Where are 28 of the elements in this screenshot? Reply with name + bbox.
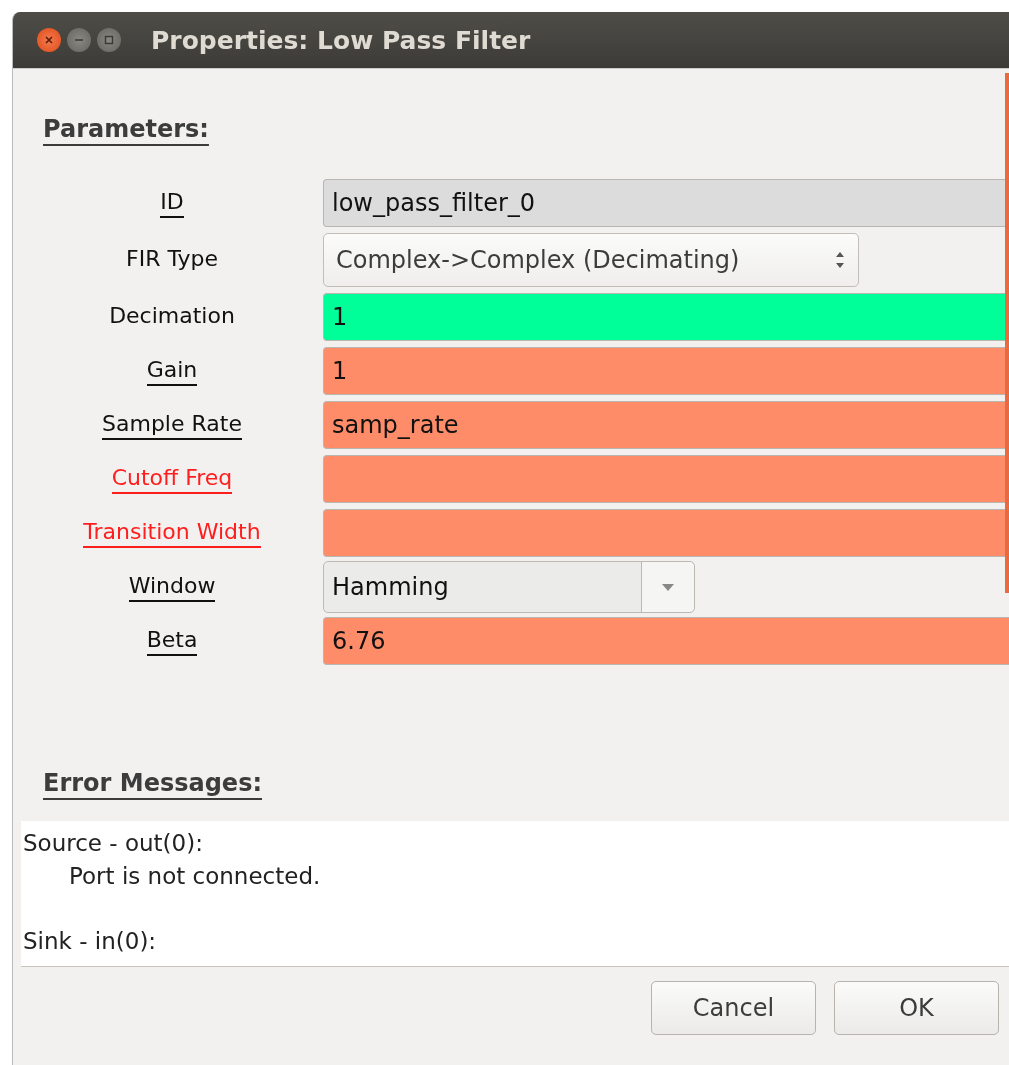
type-selector[interactable]: Complex->Complex (Decimating) <box>323 233 859 287</box>
parameter-label: Gain <box>146 356 198 386</box>
ok-button[interactable]: OK <box>834 981 999 1035</box>
parameter-label: Decimation <box>109 302 235 330</box>
error-source: Sink - in(0): <box>22 927 158 956</box>
maximize-button[interactable] <box>97 28 121 52</box>
minimize-button[interactable] <box>67 28 91 52</box>
error-source: Source - out(0): <box>22 829 204 858</box>
parameter-label: Transition Width <box>83 518 261 548</box>
error-message: Port is not connected. <box>68 862 322 891</box>
parameter-label: ID <box>160 188 184 218</box>
close-icon <box>44 35 54 45</box>
window-dropdown[interactable]: Hamming <box>323 561 695 613</box>
parameter-label: Cutoff Freq <box>111 464 233 494</box>
dropdown-arrow-icon <box>661 582 675 592</box>
scrollbar[interactable] <box>1005 73 1009 593</box>
close-button[interactable] <box>37 28 61 52</box>
parameter-label: Sample Rate <box>102 410 242 440</box>
parameter-label: Beta <box>146 626 198 656</box>
window-title: Properties: Low Pass Filter <box>151 25 531 55</box>
section-heading: Parameters: <box>43 115 209 143</box>
minimize-icon <box>74 38 84 42</box>
maximize-icon <box>104 35 114 45</box>
cancel-button[interactable]: Cancel <box>651 981 816 1035</box>
parameter-label: FIR Type <box>126 245 218 273</box>
section-heading: Error Messages: <box>43 769 262 797</box>
parameter-label: Window <box>128 572 216 602</box>
text-field[interactable]: 6.76 <box>323 617 1009 665</box>
